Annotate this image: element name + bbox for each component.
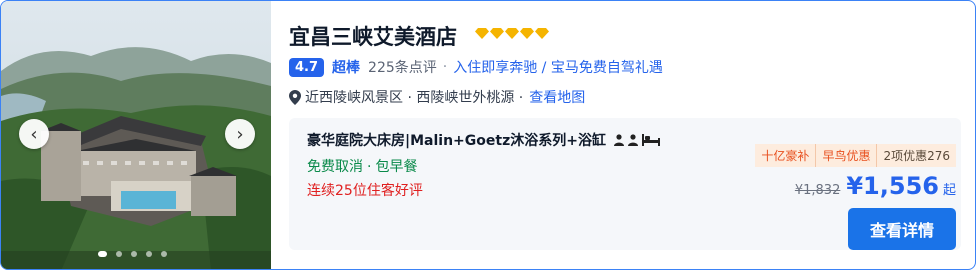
price-row: ¥1,832 ¥1,556 起 — [795, 172, 956, 200]
discount-tag: 2项优惠276 — [877, 144, 956, 167]
room-name[interactable]: 豪华庭院大床房|Malin+Goetz沐浴系列+浴缸 — [307, 130, 606, 150]
gallery-dots — [98, 251, 167, 257]
hotel-card[interactable]: ‹ › 宜昌三峡艾美酒店 4.7 超棒 225条点评 · 入住即享奔驰 / 宝马… — [0, 0, 976, 270]
diamond-icon — [505, 28, 519, 39]
gallery-prev-button[interactable]: ‹ — [19, 119, 49, 149]
hotel-name[interactable]: 宜昌三峡艾美酒店 — [289, 21, 457, 51]
chevron-left-icon: ‹ — [30, 123, 38, 145]
current-price: ¥1,556 — [846, 172, 939, 200]
diamond-icon — [475, 28, 489, 39]
rating-row: 4.7 超棒 225条点评 · 入住即享奔驰 / 宝马免费自驾礼遇 — [289, 57, 663, 77]
price-suffix: 起 — [942, 183, 956, 198]
gallery-dot[interactable] — [98, 251, 107, 257]
location-pin-icon — [289, 89, 301, 105]
review-count[interactable]: 225条点评 — [368, 57, 437, 77]
score-badge: 4.7 — [289, 57, 325, 77]
score-text: 超棒 — [332, 60, 361, 76]
room-name-row: 豪华庭院大床房|Malin+Goetz沐浴系列+浴缸 — [307, 130, 660, 150]
guest-highlight: 连续25位住客好评 — [307, 183, 423, 199]
breakfast-text: 包早餐 — [375, 159, 418, 175]
gallery-dot[interactable] — [161, 251, 167, 257]
diamond-icon — [490, 28, 504, 39]
diamond-icon — [520, 28, 534, 39]
separator-dot: · — [442, 59, 448, 75]
gallery-dot[interactable] — [131, 251, 137, 257]
person-icon — [613, 134, 624, 146]
room-occupancy — [613, 134, 660, 146]
hotel-rating-diamonds — [475, 28, 549, 39]
view-details-button[interactable]: 查看详情 — [848, 208, 956, 250]
original-price: ¥1,832 — [794, 183, 841, 198]
room-offer[interactable]: 豪华庭院大床房|Malin+Goetz沐浴系列+浴缸 免费取消 · 包早餐 连续… — [289, 118, 961, 250]
location-text: 近西陵峡风景区 · 西陵峡世外桃源 · — [305, 90, 524, 106]
gallery-dot[interactable] — [116, 251, 122, 257]
discount-tag: 早鸟优惠 — [816, 144, 878, 167]
diamond-icon — [535, 28, 549, 39]
gallery-next-button[interactable]: › — [225, 119, 255, 149]
chevron-right-icon: › — [236, 123, 244, 145]
person-icon — [627, 134, 638, 146]
separator-dot: · — [367, 159, 372, 175]
discount-tags[interactable]: 十亿豪补 早鸟优惠 2项优惠276 — [755, 144, 956, 167]
location-row: 近西陵峡风景区 · 西陵峡世外桃源 · 查看地图 — [289, 87, 585, 107]
room-benefits: 免费取消 · 包早餐 — [307, 156, 417, 176]
hotel-photo[interactable]: ‹ › — [1, 1, 271, 269]
promo-text[interactable]: 入住即享奔驰 / 宝马免费自驾礼遇 — [453, 57, 663, 77]
view-map-link[interactable]: 查看地图 — [529, 87, 585, 107]
free-cancel-text: 免费取消 — [307, 159, 363, 175]
gallery-dot[interactable] — [146, 251, 152, 257]
discount-tag: 十亿豪补 — [755, 144, 817, 167]
bed-icon — [641, 134, 660, 146]
